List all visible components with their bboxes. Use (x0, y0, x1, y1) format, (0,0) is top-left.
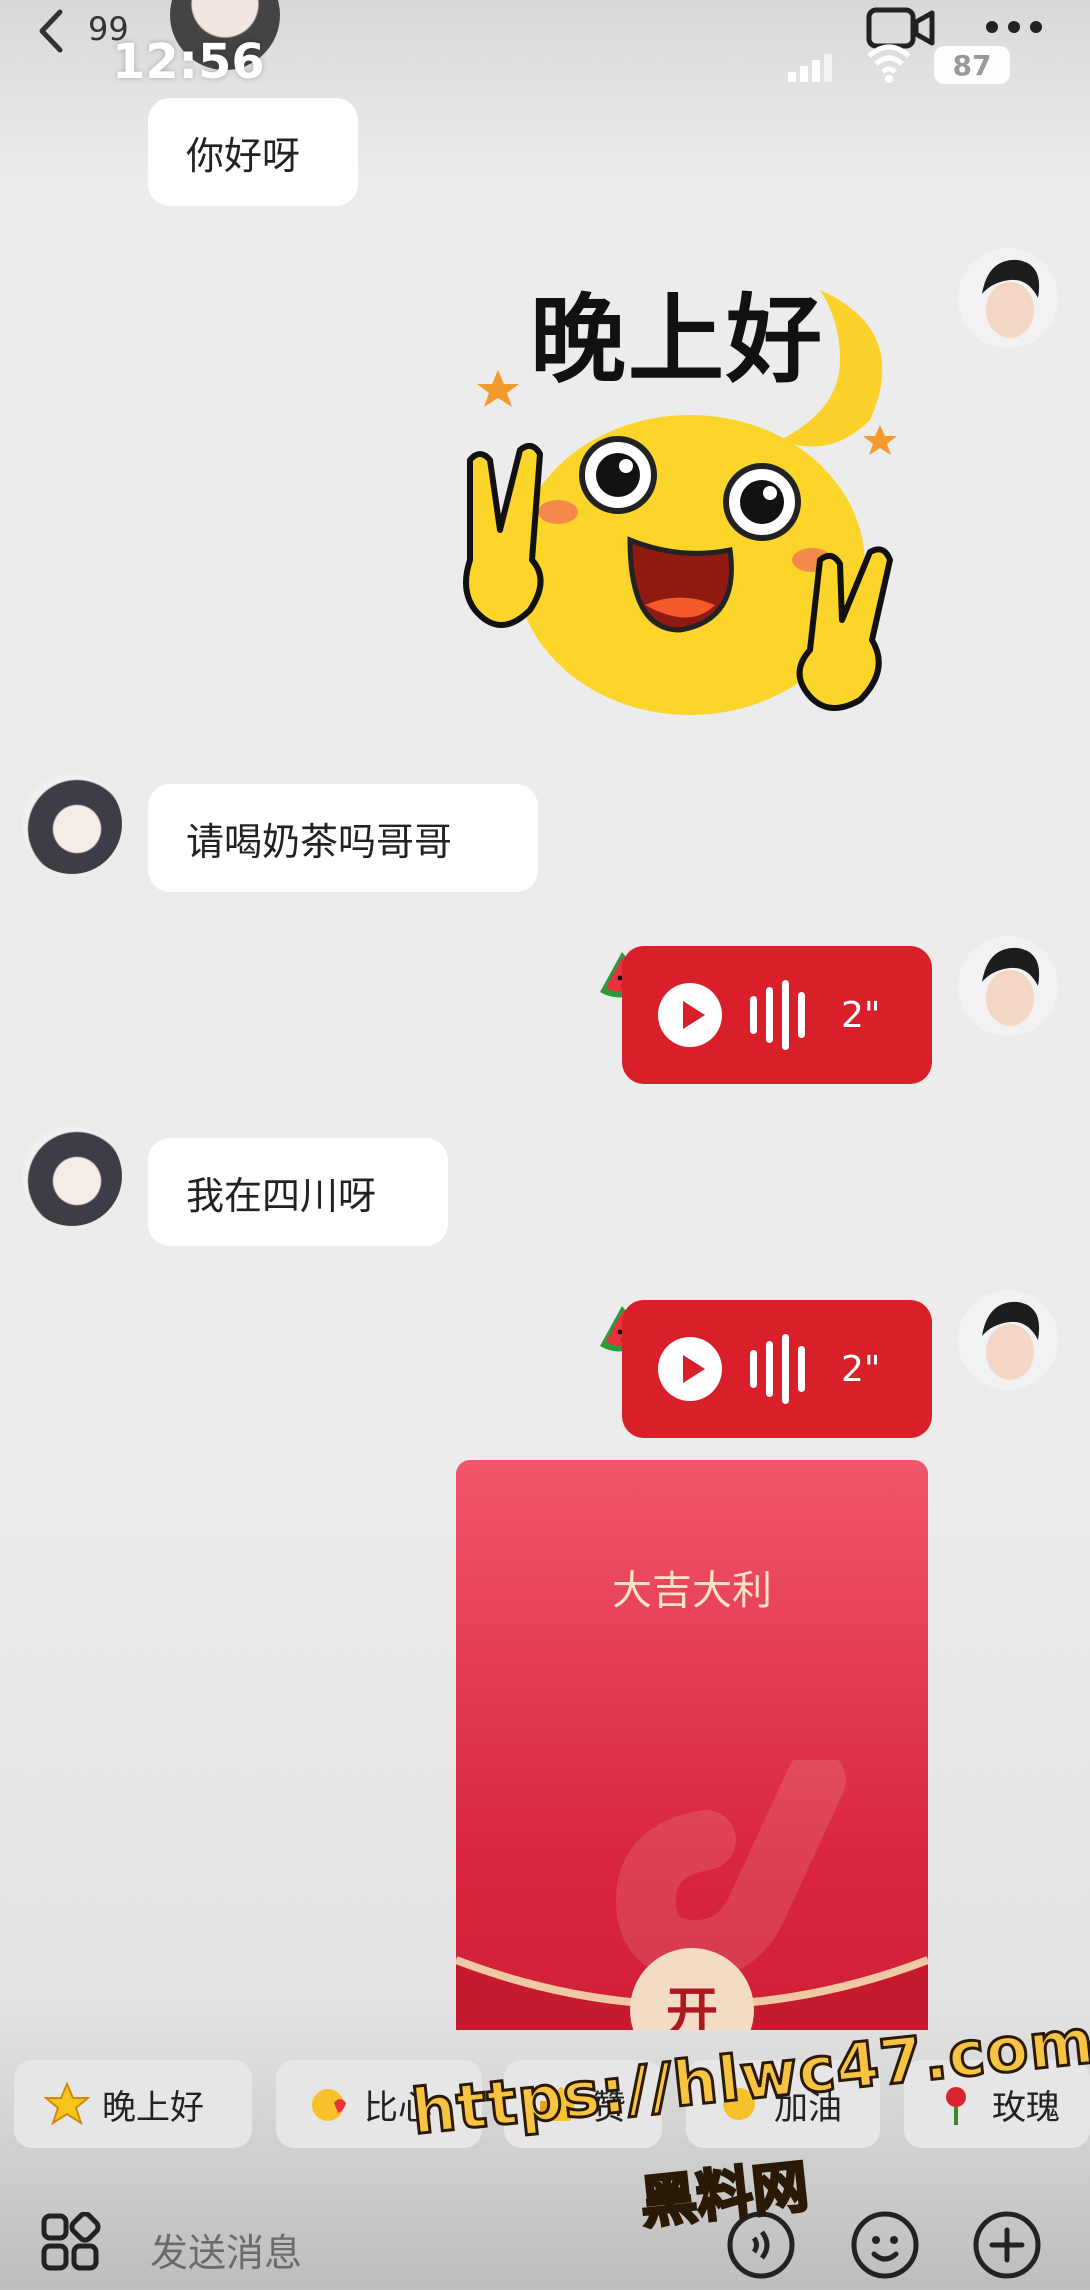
play-icon[interactable] (658, 983, 722, 1047)
back-arrow-icon[interactable] (32, 6, 72, 56)
wifi-icon (867, 44, 911, 83)
heart-hands-icon (312, 2089, 346, 2121)
message-input[interactable]: 发送消息 (150, 2222, 302, 2277)
my-avatar[interactable] (958, 936, 1058, 1036)
signal-icon (788, 54, 832, 82)
my-avatar[interactable] (958, 248, 1058, 348)
status-time: 12:56 (112, 34, 265, 90)
star-icon (44, 2081, 90, 2126)
quick-reply-label: 晚上好 (102, 2087, 204, 2128)
play-icon[interactable] (658, 1337, 722, 1401)
message-bubble-received[interactable]: 请喝奶茶吗哥哥 (148, 784, 538, 892)
more-options-icon[interactable] (984, 18, 1044, 36)
battery-indicator: 87 (934, 46, 1010, 84)
voice-duration: 2" (841, 1348, 881, 1390)
voice-message[interactable]: 2" (622, 1300, 932, 1438)
waveform-icon (750, 980, 805, 1050)
voice-message[interactable]: 2" (622, 946, 932, 1084)
contact-avatar[interactable] (22, 1126, 122, 1226)
my-avatar[interactable] (958, 1290, 1058, 1390)
apps-grid-icon[interactable] (40, 2212, 102, 2274)
contact-avatar[interactable] (22, 774, 122, 874)
message-input-bar: 发送消息 (0, 2170, 1090, 2290)
red-packet-title: 大吉大利 (612, 1568, 772, 1614)
message-bubble-received[interactable]: 我在四川呀 (148, 1138, 448, 1246)
emoji-icon[interactable] (850, 2210, 920, 2280)
quick-reply-chip[interactable]: 晚上好 (14, 2060, 252, 2148)
red-packet[interactable]: 大吉大利 开 (456, 1460, 928, 2030)
message-bubble-received[interactable]: 你好呀 (148, 98, 358, 206)
sticker-caption: 晚上好 (530, 284, 824, 396)
add-icon[interactable] (972, 2210, 1042, 2280)
waveform-icon (750, 1334, 805, 1404)
voice-duration: 2" (841, 994, 881, 1036)
